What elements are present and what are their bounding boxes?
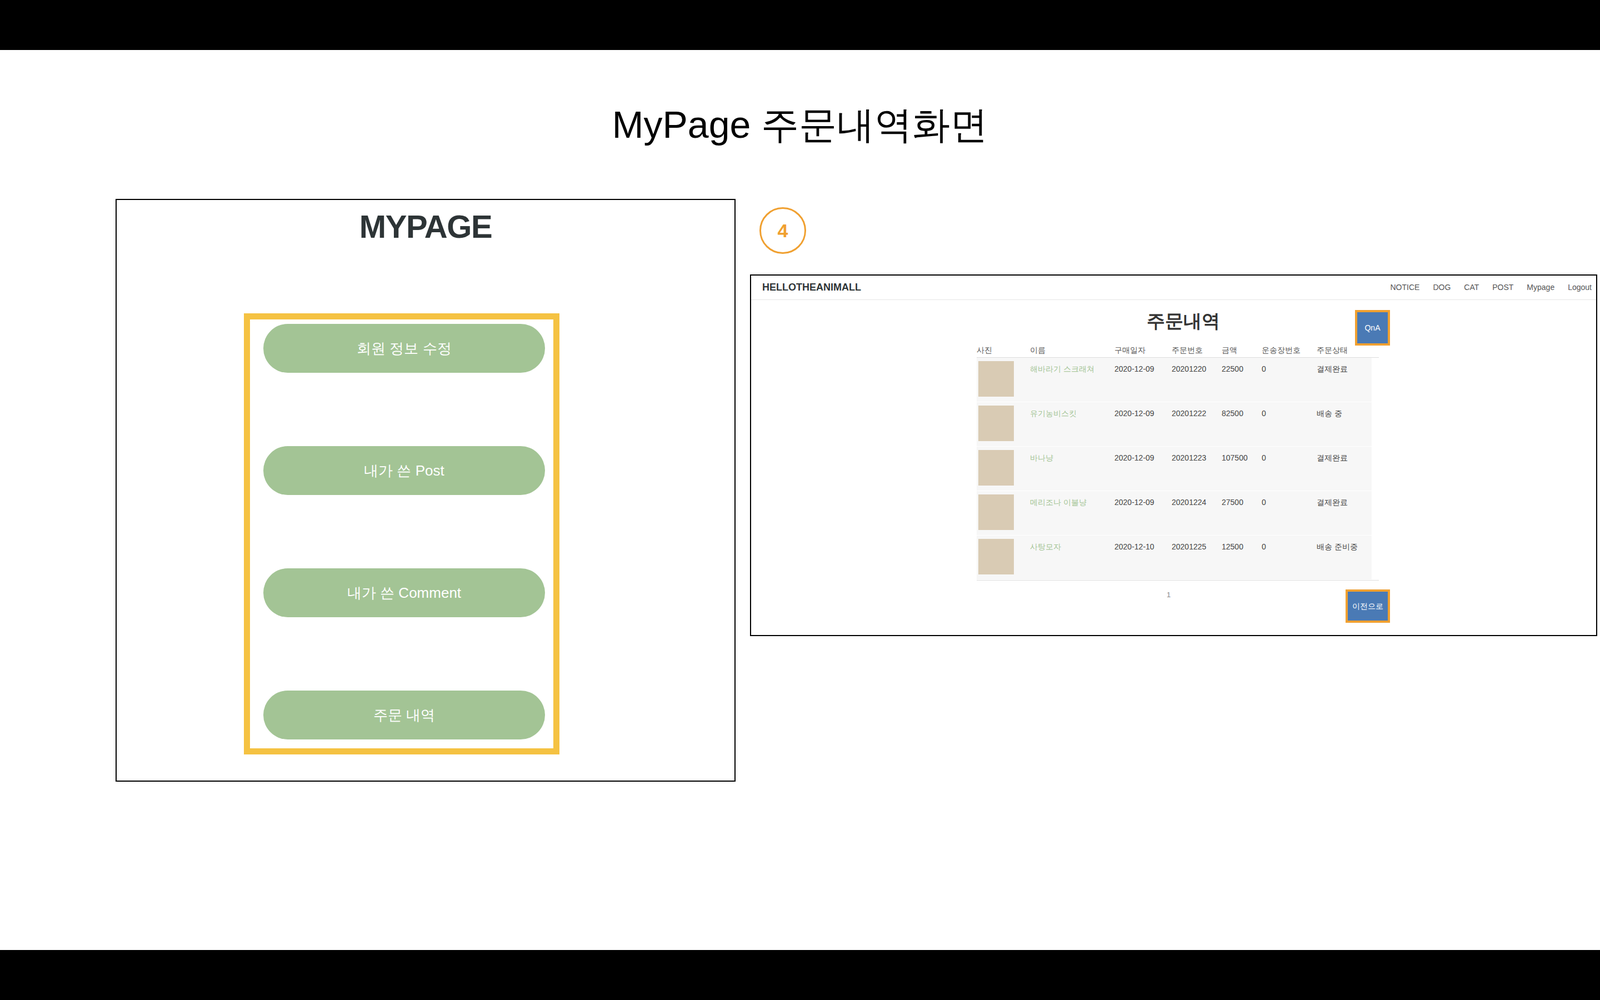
menu-highlight-frame: 회원 정보 수정내가 쓴 Post 내가 쓴 Comment 주문 내역	[243, 313, 560, 755]
column-header: 주문번호	[1171, 344, 1222, 357]
product-name[interactable]: 유기농비스킷	[1030, 402, 1115, 420]
product-photo	[978, 538, 1014, 575]
slide-title: MyPage 주문내역화면	[0, 101, 1600, 148]
column-header: 운송장번호	[1261, 344, 1317, 357]
order-date: 2020-12-09	[1114, 446, 1172, 464]
order-status: 결제완료	[1316, 357, 1372, 375]
order-number: 20201223	[1171, 446, 1222, 464]
mypage-menu-button[interactable]: 주문 내역	[263, 690, 545, 740]
order-date: 2020-12-10	[1114, 535, 1172, 553]
product-photo	[978, 494, 1014, 530]
bottom-letterbox	[0, 950, 1600, 1000]
column-header: 구매일자	[1114, 344, 1172, 357]
order-price: 27500	[1221, 491, 1262, 509]
navbar: HELLOTHEANIMALL NOTICE DOG CAT POST Mypage Log…	[751, 275, 1597, 300]
order-row[interactable]: 유기농비스킷2020-12-0920201222825000배송 중	[976, 402, 1372, 447]
product-photo	[978, 361, 1014, 397]
mypage-heading: MYPAGE	[116, 208, 735, 245]
column-header: 금액	[1221, 344, 1262, 357]
nav-link[interactable]: Mypage	[1526, 281, 1555, 294]
order-date: 2020-12-09	[1114, 357, 1172, 375]
nav-link[interactable]: POST	[1492, 281, 1514, 294]
order-price: 107500	[1221, 446, 1262, 464]
product-name[interactable]: 바나냥	[1030, 446, 1115, 464]
table-header: 사진이름구매일자주문번호금액운송장번호주문상태	[976, 343, 1379, 358]
nav-link[interactable]: Logout	[1567, 281, 1592, 294]
nav-links: NOTICE DOG CAT POST Mypage Logout	[1390, 281, 1592, 294]
order-title-row: 주문내역 QnA	[976, 310, 1390, 346]
order-content: 주문내역QnA사진이름구매일자주문번호금액운송장번호주문상태해바라기 스크래쳐2…	[976, 300, 1390, 623]
tracking-number: 0	[1261, 357, 1317, 375]
product-photo	[978, 405, 1014, 442]
order-row[interactable]: 바나냥2020-12-09202012231075000결제완료	[976, 446, 1372, 492]
order-price: 82500	[1221, 402, 1262, 420]
nav-link[interactable]: CAT	[1463, 281, 1479, 294]
mypage-menu-button[interactable]: 내가 쓴 Comment	[263, 568, 545, 618]
product-photo-cell	[976, 535, 1030, 575]
order-rows: 해바라기 스크래쳐2020-12-0920201220225000결제완료유기농…	[976, 357, 1379, 581]
table-footer: 1 이전으로	[976, 589, 1390, 623]
panels-row: MYPAGE 회원 정보 수정내가 쓴 Post 내가 쓴 Comment 주문 내역…	[0, 198, 1600, 782]
product-photo-cell	[976, 402, 1030, 442]
order-number: 20201220	[1171, 357, 1222, 375]
order-price: 22500	[1221, 357, 1262, 375]
tracking-number: 0	[1261, 535, 1317, 553]
order-row[interactable]: 메리조나 이불냥2020-12-0920201224275000결제완료	[976, 491, 1372, 536]
tracking-number: 0	[1261, 402, 1317, 420]
brand-logo[interactable]: HELLOTHEANIMALL	[762, 280, 862, 295]
order-status: 결제완료	[1316, 491, 1372, 509]
column-header: 이름	[1030, 344, 1115, 357]
order-status: 배송 준비중	[1316, 535, 1372, 553]
nav-link[interactable]: DOG	[1432, 281, 1451, 294]
product-photo-cell	[976, 357, 1030, 397]
tracking-number: 0	[1261, 446, 1317, 464]
qna-button[interactable]: QnA	[1355, 310, 1390, 346]
product-photo	[978, 450, 1014, 486]
order-screen: HELLOTHEANIMALL NOTICE DOG CAT POST Mypage Log…	[750, 274, 1598, 637]
product-name[interactable]: 메리조나 이불냥	[1030, 491, 1115, 509]
mypage-menu-button[interactable]: 회원 정보 수정	[263, 323, 545, 373]
slide: MyPage 주문내역화면 MYPAGE 회원 정보 수정내가 쓴 Post 내가 쓴…	[0, 0, 1600, 1000]
order-status: 배송 중	[1316, 402, 1372, 420]
order-title: 주문내역	[1146, 310, 1220, 333]
top-letterbox	[0, 0, 1600, 50]
product-photo-cell	[976, 491, 1030, 530]
tracking-number: 0	[1261, 491, 1317, 509]
slide-body: MyPage 주문내역화면 MYPAGE 회원 정보 수정내가 쓴 Post 내가 쓴…	[0, 50, 1600, 950]
column-header: 사진	[976, 344, 1030, 357]
nav-link[interactable]: NOTICE	[1390, 281, 1420, 294]
page-link[interactable]: 1	[1166, 589, 1171, 601]
order-date: 2020-12-09	[1114, 402, 1172, 420]
order-price: 12500	[1221, 535, 1262, 553]
order-screen-column: 4 HELLOTHEANIMALL NOTICE DOG CAT POST Mypage Lo…	[750, 198, 1598, 637]
step-badge: 4	[759, 207, 807, 254]
mypage-menu-button[interactable]: 내가 쓴 Post	[263, 446, 545, 495]
order-number: 20201222	[1171, 402, 1222, 420]
product-name[interactable]: 사탕모자	[1030, 535, 1115, 553]
order-row[interactable]: 해바라기 스크래쳐2020-12-0920201220225000결제완료	[976, 357, 1372, 403]
pagination: 1	[1166, 589, 1184, 601]
order-number: 20201225	[1171, 535, 1222, 553]
order-number: 20201224	[1171, 491, 1222, 509]
mypage-panel: MYPAGE 회원 정보 수정내가 쓴 Post 내가 쓴 Comment 주문 내역	[115, 198, 736, 782]
product-photo-cell	[976, 446, 1030, 486]
order-date: 2020-12-09	[1114, 491, 1172, 509]
order-status: 결제완료	[1316, 446, 1372, 464]
column-header: 주문상태	[1316, 344, 1379, 357]
back-button[interactable]: 이전으로	[1345, 589, 1390, 623]
product-name[interactable]: 해바라기 스크래쳐	[1030, 357, 1115, 375]
order-row[interactable]: 사탕모자2020-12-1020201225125000배송 준비중	[976, 535, 1372, 580]
